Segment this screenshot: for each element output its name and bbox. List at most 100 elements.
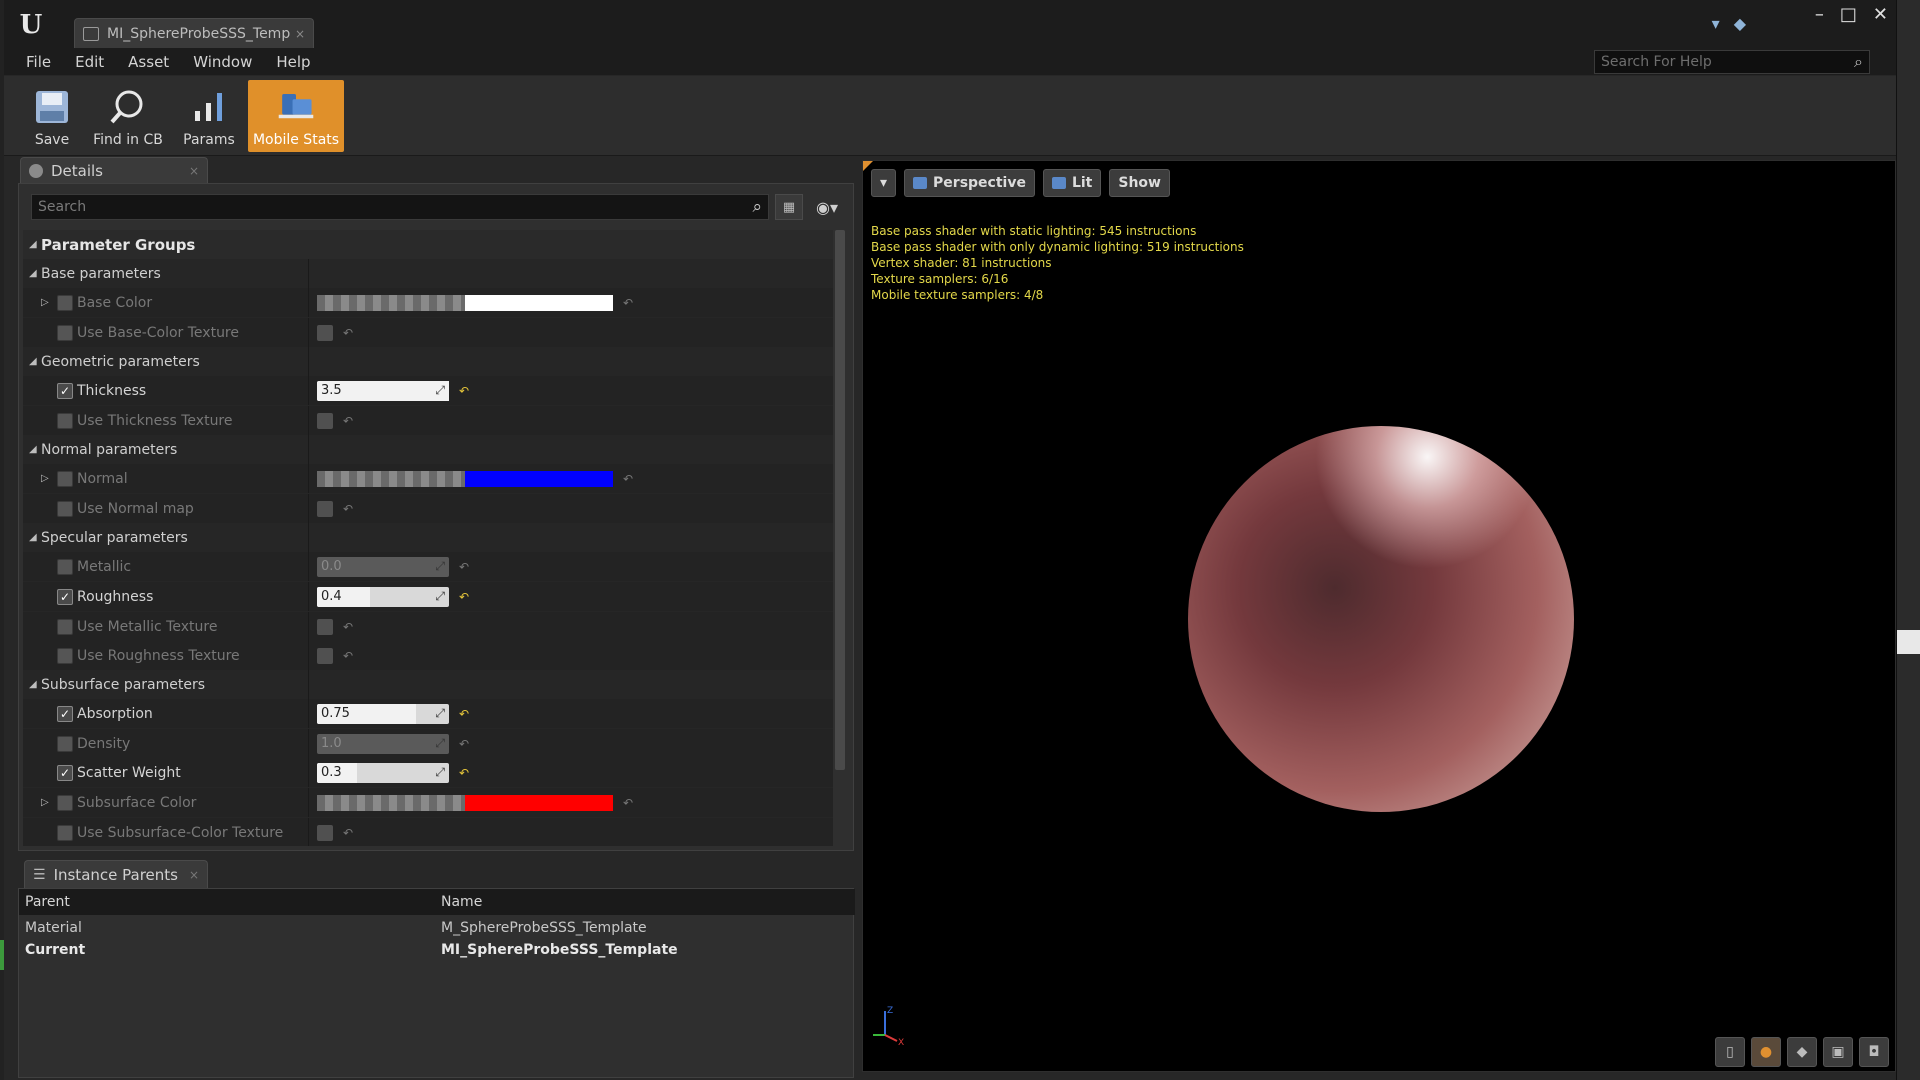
params-button[interactable]: Params (174, 80, 244, 152)
override-checkbox[interactable] (57, 618, 73, 635)
table-row[interactable]: Current MI_SphereProbeSSS_Template (19, 939, 855, 961)
group-normal-parameters[interactable]: ◢ Normal parameters (23, 435, 833, 464)
subsurface-color-swatch[interactable] (317, 794, 613, 811)
menu-edit[interactable]: Edit (75, 53, 104, 71)
col-name-header[interactable]: Name (441, 894, 482, 910)
override-checkbox[interactable] (57, 735, 73, 752)
override-checkbox-checked[interactable]: ✓ (57, 588, 73, 605)
expand-icon[interactable]: ⤢ (435, 383, 445, 398)
group-specular-parameters[interactable]: ◢ Specular parameters (23, 523, 833, 552)
value-checkbox[interactable] (317, 412, 333, 429)
override-checkbox[interactable] (57, 412, 73, 429)
reset-icon[interactable]: ↶ (343, 826, 353, 840)
preview-mesh-button[interactable]: ◘ (1859, 1037, 1889, 1067)
expand-arrow-icon[interactable]: ▷ (41, 797, 53, 808)
details-scrollbar[interactable] (835, 230, 845, 770)
reset-icon[interactable]: ↶ (459, 560, 469, 574)
collapse-arrow-icon[interactable]: ◢ (29, 239, 41, 250)
override-checkbox-checked[interactable]: ✓ (57, 705, 73, 722)
value-checkbox[interactable] (317, 500, 333, 517)
override-checkbox[interactable] (57, 558, 73, 575)
find-in-cb-button[interactable]: Find in CB (88, 80, 168, 152)
roughness-input[interactable]: 0.4 ⤢ (317, 586, 449, 607)
col-parent-header[interactable]: Parent (19, 894, 441, 910)
close-window-button[interactable]: ✕ (1873, 4, 1888, 25)
preview-cylinder-button[interactable]: ▯ (1715, 1037, 1745, 1067)
property-matrix-button[interactable]: ▦ (775, 194, 803, 220)
absorption-input[interactable]: 0.75 ⤢ (317, 703, 449, 724)
reset-icon[interactable]: ↶ (343, 414, 353, 428)
preview-cube-button[interactable]: ▣ (1823, 1037, 1853, 1067)
scatter-weight-input[interactable]: 0.3 ⤢ (317, 762, 449, 783)
expand-icon[interactable]: ⤢ (435, 736, 445, 751)
chat-bubble-icon[interactable]: ▾ (1712, 14, 1720, 33)
menu-file[interactable]: File (26, 53, 51, 71)
unreal-logo-icon[interactable]: U (14, 8, 48, 42)
reset-icon[interactable]: ↶ (343, 649, 353, 663)
help-search-input[interactable]: Search For Help ⌕ (1594, 50, 1870, 74)
reset-icon[interactable]: ↶ (343, 620, 353, 634)
override-checkbox[interactable] (57, 500, 73, 517)
preview-viewport[interactable]: ▾ Perspective Lit Show Base pass shader … (862, 160, 1896, 1072)
expand-arrow-icon[interactable]: ▷ (41, 473, 53, 484)
close-tab-icon[interactable]: × (295, 27, 305, 41)
search-icon[interactable]: ⌕ (752, 197, 762, 217)
metallic-input[interactable]: 0.0 ⤢ (317, 556, 449, 577)
expand-icon[interactable]: ⤢ (435, 765, 445, 780)
menu-help[interactable]: Help (276, 53, 310, 71)
reset-icon[interactable]: ↶ (459, 707, 469, 721)
reset-icon[interactable]: ↶ (343, 502, 353, 516)
reset-icon[interactable]: ↶ (623, 296, 633, 310)
thickness-input[interactable]: 3.5 ⤢ (317, 380, 449, 401)
reset-icon[interactable]: ↶ (623, 796, 633, 810)
collapse-arrow-icon[interactable]: ◢ (29, 356, 41, 367)
group-geometric-parameters[interactable]: ◢ Geometric parameters (23, 347, 833, 376)
override-checkbox-checked[interactable]: ✓ (57, 764, 73, 781)
view-options-button[interactable]: ◉▾ (807, 194, 847, 220)
reset-icon[interactable]: ↶ (459, 737, 469, 751)
perspective-button[interactable]: Perspective (904, 169, 1035, 197)
override-checkbox[interactable] (57, 647, 73, 664)
details-tab[interactable]: Details × (20, 157, 208, 183)
reset-icon[interactable]: ↶ (459, 590, 469, 604)
parameter-groups-row[interactable]: ◢ Parameter Groups (23, 230, 833, 259)
reset-icon[interactable]: ↶ (343, 326, 353, 340)
reset-icon[interactable]: ↶ (459, 766, 469, 780)
table-row[interactable]: Material M_SphereProbeSSS_Template (19, 917, 855, 939)
group-base-parameters[interactable]: ◢ Base parameters (23, 259, 833, 288)
mobile-stats-button[interactable]: Mobile Stats (248, 80, 344, 152)
collapse-arrow-icon[interactable]: ◢ (29, 532, 41, 543)
override-checkbox[interactable] (57, 324, 73, 341)
save-button[interactable]: Save (20, 80, 84, 152)
override-checkbox-checked[interactable]: ✓ (57, 382, 73, 399)
viewport-options-dropdown[interactable]: ▾ (871, 169, 897, 197)
show-button[interactable]: Show (1109, 169, 1170, 197)
override-checkbox[interactable] (57, 824, 73, 841)
preview-plane-button[interactable]: ◆ (1787, 1037, 1817, 1067)
expand-icon[interactable]: ⤢ (435, 559, 445, 574)
collapse-arrow-icon[interactable]: ◢ (29, 679, 41, 690)
reset-icon[interactable]: ↶ (459, 384, 469, 398)
preview-sphere-button[interactable]: ● (1751, 1037, 1781, 1067)
instance-parents-tab[interactable]: ☰ Instance Parents × (24, 860, 208, 888)
base-color-swatch[interactable] (317, 294, 613, 311)
override-checkbox[interactable] (57, 294, 73, 311)
menu-asset[interactable]: Asset (128, 53, 169, 71)
feedback-icon[interactable]: ◆ (1734, 14, 1746, 33)
close-details-icon[interactable]: × (189, 164, 199, 178)
override-checkbox[interactable] (57, 794, 73, 811)
density-input[interactable]: 1.0 ⤢ (317, 733, 449, 754)
expand-icon[interactable]: ⤢ (435, 589, 445, 604)
group-subsurface-parameters[interactable]: ◢ Subsurface parameters (23, 670, 833, 699)
collapse-arrow-icon[interactable]: ◢ (29, 444, 41, 455)
collapse-arrow-icon[interactable]: ◢ (29, 268, 41, 279)
override-checkbox[interactable] (57, 470, 73, 487)
value-checkbox[interactable] (317, 824, 333, 841)
lit-button[interactable]: Lit (1042, 169, 1102, 197)
expand-arrow-icon[interactable]: ▷ (41, 297, 53, 308)
maximize-button[interactable]: □ (1840, 4, 1857, 25)
minimize-button[interactable]: – (1815, 4, 1824, 25)
close-instance-parents-icon[interactable]: × (189, 868, 199, 882)
search-icon[interactable]: ⌕ (1854, 52, 1863, 72)
expand-icon[interactable]: ⤢ (435, 706, 445, 721)
